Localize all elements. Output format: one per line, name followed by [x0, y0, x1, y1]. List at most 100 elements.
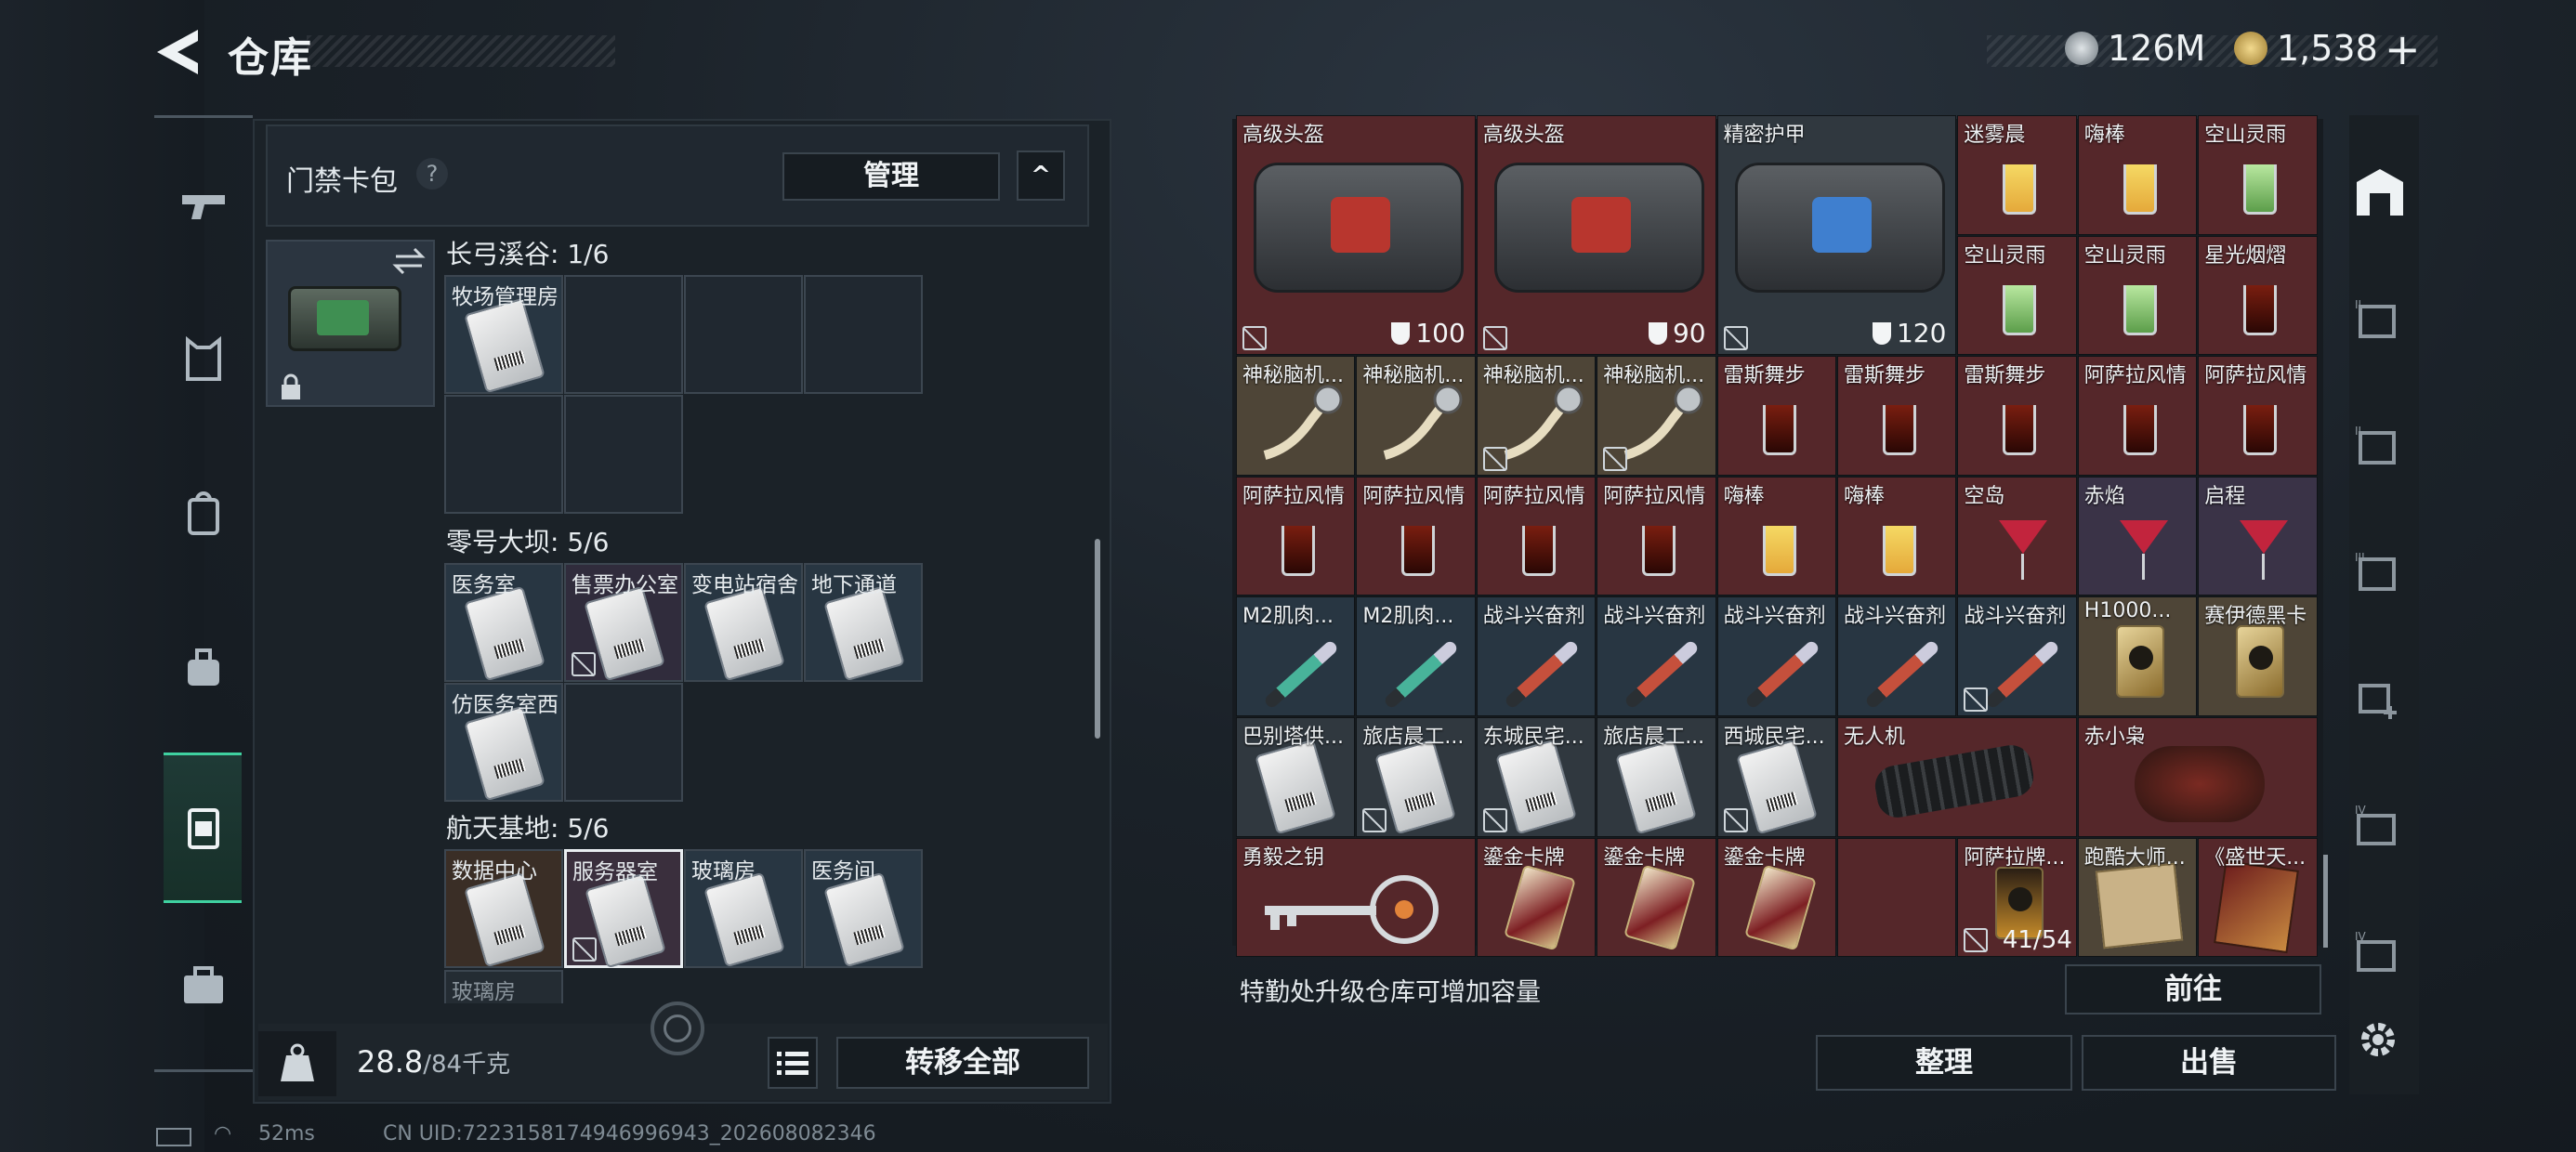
- injector-item[interactable]: M2肌肉...: [1356, 596, 1476, 716]
- drink-item[interactable]: 赤焰: [2077, 476, 2198, 596]
- storage-tab-iv2-icon[interactable]: IV: [2353, 929, 2399, 975]
- drink-item[interactable]: 雷斯舞步: [1957, 356, 2077, 476]
- keycard-pack-icon[interactable]: [180, 805, 227, 851]
- svg-text:II: II: [2355, 425, 2361, 438]
- asala-card-item[interactable]: 41/54 阿萨拉牌...: [1957, 837, 2077, 958]
- keycard-item[interactable]: 东城民宅...: [1476, 717, 1597, 837]
- add-currency-button[interactable]: +: [2385, 24, 2421, 74]
- brain-chip-item[interactable]: 神秘脑机...: [1476, 356, 1597, 476]
- gilded-card-item[interactable]: 鎏金卡牌: [1716, 837, 1836, 958]
- backpack-icon[interactable]: [180, 491, 227, 537]
- drink-item[interactable]: 空山灵雨: [2198, 115, 2318, 235]
- warehouse-icon[interactable]: [2353, 165, 2407, 217]
- collapse-button[interactable]: ^: [1017, 151, 1065, 201]
- empty-keycard-slot[interactable]: [684, 275, 803, 394]
- drink-item[interactable]: 迷雾晨: [1957, 115, 2077, 235]
- parkour-item[interactable]: 跑酷大师...: [2077, 837, 2198, 958]
- keycard-item[interactable]: 西城民宅...: [1716, 717, 1836, 837]
- add-storage-tab-icon[interactable]: [2353, 674, 2399, 721]
- help-icon[interactable]: ?: [416, 158, 448, 190]
- gilded-card-item[interactable]: 鎏金卡牌: [1476, 837, 1597, 958]
- empty-keycard-slot[interactable]: [444, 395, 563, 514]
- injector-item[interactable]: 战斗兴奋剂: [1957, 596, 2077, 716]
- brain-chip-item[interactable]: 神秘脑机...: [1597, 356, 1716, 476]
- drink-item[interactable]: 空岛: [1957, 476, 2077, 596]
- drink-item[interactable]: 星光烟熠: [2198, 235, 2318, 356]
- storage-tab-ii2-icon[interactable]: II: [2353, 422, 2399, 468]
- drink-item[interactable]: 嗨棒: [1837, 476, 1957, 596]
- storage-tab-iv-icon[interactable]: IV: [2353, 803, 2399, 849]
- list-view-button[interactable]: [768, 1037, 818, 1089]
- drink-item[interactable]: 启程: [2198, 476, 2318, 596]
- left-scrollbar[interactable]: [1095, 539, 1100, 739]
- back-arrow-icon[interactable]: [153, 28, 200, 76]
- drink-item[interactable]: 阿萨拉风情: [1356, 476, 1476, 596]
- drink-icon: [2123, 284, 2157, 335]
- drink-item[interactable]: 阿萨拉风情: [1597, 476, 1716, 596]
- keycard-item[interactable]: 旅店晨工...: [1356, 717, 1476, 837]
- drink-item[interactable]: 阿萨拉风情: [1476, 476, 1597, 596]
- gun-icon[interactable]: [180, 182, 227, 229]
- owl-item[interactable]: 赤小枭: [2077, 717, 2318, 837]
- keycard-cell[interactable]: 玻璃房: [684, 849, 803, 968]
- drink-icon: [2003, 164, 2037, 215]
- drink-item[interactable]: 阿萨拉风情: [1236, 476, 1356, 596]
- drink-item[interactable]: 阿萨拉风情: [2077, 356, 2198, 476]
- drink-item[interactable]: 雷斯舞步: [1716, 356, 1836, 476]
- joystick-icon[interactable]: [651, 1001, 704, 1055]
- gold-card-item[interactable]: 赛伊德黑卡: [2198, 596, 2318, 716]
- settings-gear-icon[interactable]: [2357, 1018, 2399, 1061]
- keycard-cell-partial[interactable]: 玻璃房: [444, 970, 563, 1004]
- drink-item[interactable]: 嗨棒: [1716, 476, 1836, 596]
- keycard-cell[interactable]: 仿医务室西: [444, 683, 563, 802]
- keycard-pack-slot[interactable]: [266, 240, 435, 407]
- pouch-icon[interactable]: [180, 645, 227, 691]
- drone-item[interactable]: 无人机: [1837, 717, 2077, 837]
- keycard-cell[interactable]: 地下通道: [804, 563, 923, 682]
- empty-keycard-slot[interactable]: [564, 395, 683, 514]
- keycard-cell[interactable]: 售票办公室: [564, 563, 683, 682]
- injector-item[interactable]: 战斗兴奋剂: [1597, 596, 1716, 716]
- drink-item[interactable]: 空山灵雨: [2077, 235, 2198, 356]
- drink-item[interactable]: 雷斯舞步: [1837, 356, 1957, 476]
- empty-keycard-slot[interactable]: [564, 683, 683, 802]
- helmet-item[interactable]: 90 高级头盔: [1476, 115, 1716, 356]
- keycard-cell[interactable]: 医务室: [444, 563, 563, 682]
- sort-button[interactable]: 整理: [1816, 1035, 2072, 1091]
- injector-item[interactable]: 战斗兴奋剂: [1476, 596, 1597, 716]
- vest-icon[interactable]: [180, 336, 227, 383]
- key-item[interactable]: 勇毅之钥: [1236, 837, 1476, 958]
- armor-item[interactable]: 120 精密护甲: [1716, 115, 1957, 356]
- injector-item[interactable]: M2肌肉...: [1236, 596, 1356, 716]
- gilded-card-item[interactable]: 鎏金卡牌: [1597, 837, 1716, 958]
- book-item[interactable]: 《盛世天...: [2198, 837, 2318, 958]
- empty-keycard-slot[interactable]: [564, 275, 683, 394]
- swap-icon[interactable]: [392, 247, 426, 275]
- goto-button[interactable]: 前往: [2065, 964, 2321, 1015]
- keycard-cell[interactable]: 服务器室: [564, 849, 683, 969]
- gold-card-item[interactable]: H1000...: [2077, 596, 2198, 716]
- sell-button[interactable]: 出售: [2082, 1035, 2336, 1091]
- toolbox-icon[interactable]: [180, 962, 227, 1009]
- storage-tab-iii-icon[interactable]: III: [2353, 548, 2399, 595]
- injector-item[interactable]: 战斗兴奋剂: [1837, 596, 1957, 716]
- empty-keycard-slot[interactable]: [804, 275, 923, 394]
- helmet-item[interactable]: 100 高级头盔: [1236, 115, 1476, 356]
- storage-tab-ii-icon[interactable]: II: [2353, 295, 2399, 342]
- keycard-item[interactable]: 巴别塔供...: [1236, 717, 1356, 837]
- drink-item[interactable]: 阿萨拉风情: [2198, 356, 2318, 476]
- keycard-cell[interactable]: 变电站宿舍: [684, 563, 803, 682]
- manage-button[interactable]: 管理: [782, 152, 1000, 201]
- brain-chip-item[interactable]: 神秘脑机...: [1236, 356, 1356, 476]
- transfer-all-button[interactable]: 转移全部: [836, 1037, 1089, 1089]
- drink-item[interactable]: 嗨棒: [2077, 115, 2198, 235]
- keycard-cell[interactable]: 数据中心: [444, 849, 563, 968]
- keycard-cell[interactable]: 医务间: [804, 849, 923, 968]
- keycard-cell[interactable]: 牧场管理房: [444, 275, 563, 394]
- empty-slot[interactable]: [1837, 837, 1957, 958]
- injector-item[interactable]: 战斗兴奋剂: [1716, 596, 1836, 716]
- brain-chip-item[interactable]: 神秘脑机...: [1356, 356, 1476, 476]
- right-scrollbar[interactable]: [2323, 855, 2328, 948]
- drink-item[interactable]: 空山灵雨: [1957, 235, 2077, 356]
- keycard-item[interactable]: 旅店晨工...: [1597, 717, 1716, 837]
